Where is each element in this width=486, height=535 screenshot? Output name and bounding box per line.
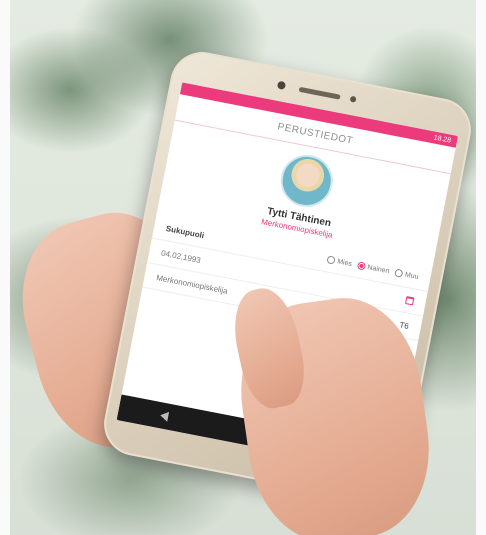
gender-option-mies[interactable]: Mies [326,255,353,268]
radio-unselected-icon [394,268,404,278]
photo-background: 18.28 PERUSTIEDOT Tytti Tähtinen Merkono… [10,0,476,535]
earpiece-speaker [298,86,341,100]
gender-option-muu[interactable]: Muu [394,268,419,281]
program-value: Merkonomiopiskelija [155,272,229,296]
proximity-sensor [349,95,357,103]
status-bar-clock: 18.28 [433,133,452,145]
calendar-icon[interactable] [405,296,415,306]
gender-option-nainen[interactable]: Nainen [356,261,390,275]
radio-selected-icon [356,261,367,271]
program-trailing: T6 [398,319,410,331]
avatar[interactable] [275,150,337,212]
back-icon[interactable] [159,410,170,422]
birthdate-value: 04.02.1993 [160,248,202,265]
gender-label: Sukupuoli [165,223,205,240]
radio-unselected-icon [326,255,337,265]
front-camera-icon [276,80,287,91]
